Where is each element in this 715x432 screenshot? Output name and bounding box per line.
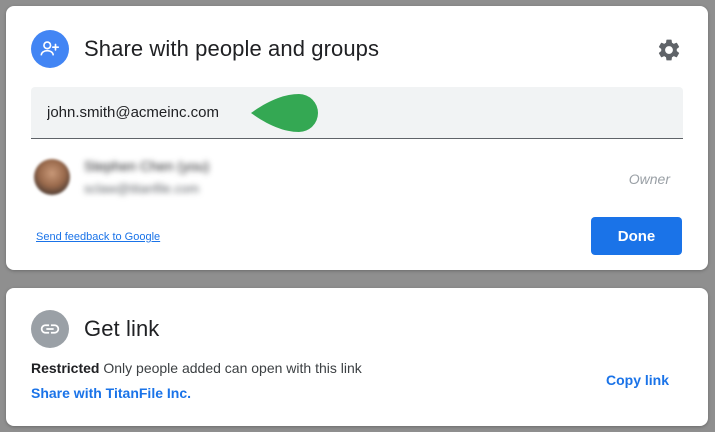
link-icon	[31, 310, 69, 348]
member-name: Stephen Chen (you)	[84, 158, 210, 174]
restricted-description: Only people added can open with this lin…	[103, 360, 362, 376]
avatar	[34, 159, 70, 195]
done-button[interactable]: Done	[591, 217, 682, 255]
share-dialog: Share with people and groups Stephen Che…	[6, 6, 708, 270]
share-dialog-title: Share with people and groups	[84, 36, 380, 61]
restricted-label[interactable]: Restricted	[31, 360, 99, 376]
gear-icon[interactable]	[656, 37, 682, 63]
annotation-marker-icon	[251, 94, 318, 132]
send-feedback-link[interactable]: Send feedback to Google	[36, 231, 160, 243]
person-add-icon	[31, 30, 69, 68]
people-input-field[interactable]	[31, 87, 683, 139]
link-access-description: Restricted Only people added can open wi…	[31, 360, 362, 376]
get-link-title: Get link	[84, 316, 160, 341]
share-with-org-link[interactable]: Share with TitanFile Inc.	[31, 385, 191, 401]
member-email: sclaw@titanfile.com	[84, 181, 200, 196]
member-role: Owner	[628, 171, 670, 187]
get-link-dialog: Get link Restricted Only people added ca…	[6, 288, 708, 426]
copy-link-button[interactable]: Copy link	[606, 372, 669, 388]
